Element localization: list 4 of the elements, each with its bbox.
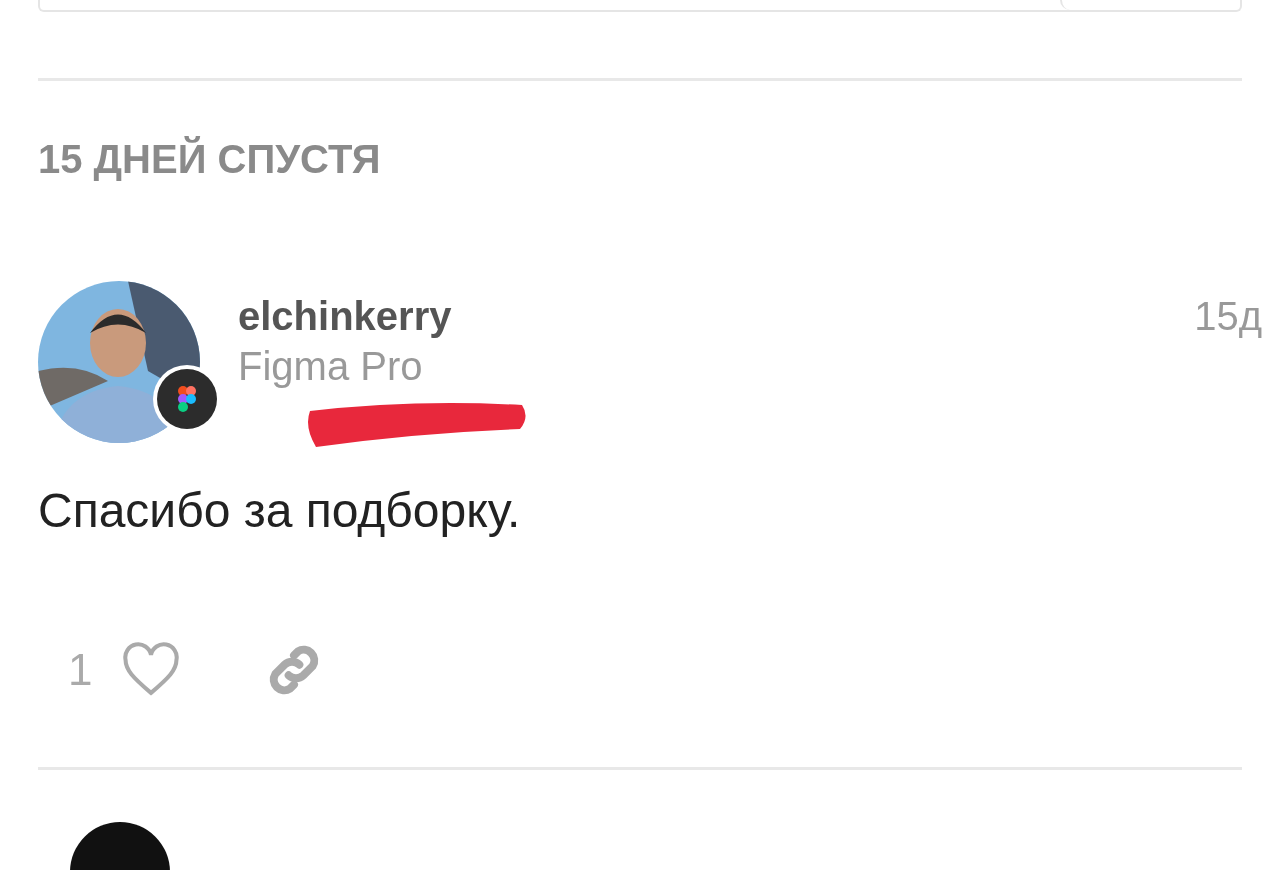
like-count: 1 [68,644,93,696]
username[interactable]: elchinkerry [238,291,1195,341]
user-title: Figma Pro [238,343,424,390]
post-text: Спасибо за подборку. [38,483,522,539]
